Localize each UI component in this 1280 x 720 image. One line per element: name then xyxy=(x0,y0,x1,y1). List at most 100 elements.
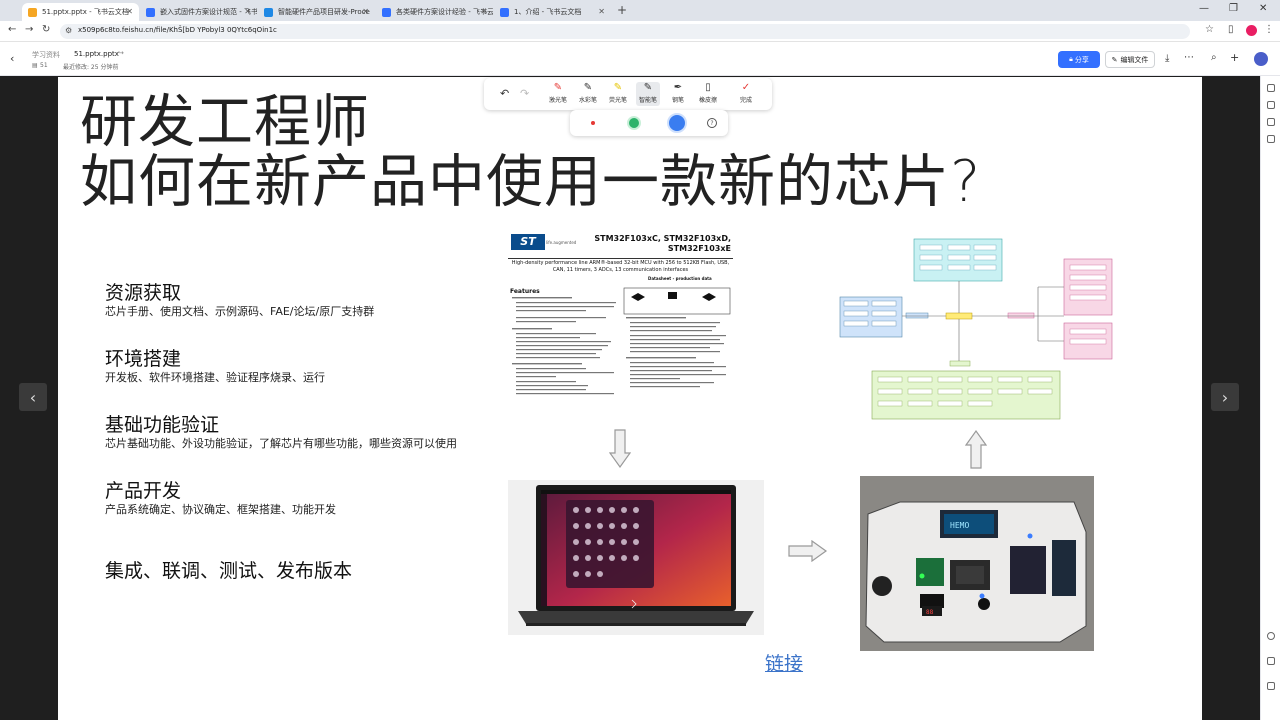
settings-icon[interactable] xyxy=(1267,682,1275,690)
color-swatch-green[interactable] xyxy=(627,116,641,130)
tab-title: 1、介绍 - 飞书云文档 xyxy=(514,8,582,16)
laptop-photo xyxy=(508,480,764,635)
back-icon[interactable]: ← xyxy=(8,24,16,35)
section-heading: 基础功能验证 xyxy=(105,414,220,436)
up-arrow-icon xyxy=(965,429,987,469)
view-count: 51 xyxy=(40,62,48,69)
browser-tab[interactable]: 51.pptx.pptx - 飞书云文档 ✕ xyxy=(22,3,139,21)
edit-name-icon[interactable]: ↪ xyxy=(118,49,124,57)
close-icon[interactable]: ✕ xyxy=(244,7,251,16)
close-icon[interactable]: ✕ xyxy=(598,7,605,16)
fullscreen-icon[interactable] xyxy=(1267,657,1275,665)
profile-avatar[interactable] xyxy=(1246,25,1257,36)
lock-icon: 🔒︎ xyxy=(1069,55,1073,63)
doc-favicon-icon xyxy=(146,7,155,17)
address-bar[interactable]: ⚙ x509p6c8to.feishu.cn/file/KhŠ[bD YPoby… xyxy=(60,24,1190,39)
reload-icon[interactable]: ↻ xyxy=(42,24,50,35)
download-icon[interactable]: ⤓ xyxy=(1165,53,1169,64)
close-icon[interactable]: ✕ xyxy=(126,7,133,16)
browser-tab-strip: 51.pptx.pptx - 飞书云文档 ✕ 嵌入式固件方案设计规范 - 飞书 … xyxy=(0,0,1280,21)
site-info-icon[interactable]: ⚙ xyxy=(65,26,72,35)
close-icon[interactable]: ✕ xyxy=(480,7,487,16)
chevron-right-icon: › xyxy=(1221,387,1229,407)
bookmark-star-icon[interactable]: ☆ xyxy=(1205,24,1214,35)
pencil-icon: ✎ xyxy=(1111,55,1118,64)
help-icon[interactable] xyxy=(1267,632,1275,640)
close-icon[interactable]: ✕ xyxy=(362,7,369,16)
browser-tab[interactable]: 智能硬件产品项目研发-Proce ✕ xyxy=(258,3,375,21)
add-icon[interactable]: + xyxy=(1230,51,1239,64)
browser-tab[interactable]: 嵌入式固件方案设计规范 - 飞书 ✕ xyxy=(140,3,257,21)
fountain-pen-icon: ✒ xyxy=(673,82,683,93)
final-step-text: 集成、联调、测试、发布版本 xyxy=(105,560,353,582)
back-arrow-icon[interactable]: ‹ xyxy=(10,52,14,65)
share-label: 分享 xyxy=(1074,55,1089,64)
app-favicon-icon xyxy=(264,7,273,17)
file-name[interactable]: 51.pptx.pptx xyxy=(74,50,119,58)
smart-pen-icon: ✎ xyxy=(643,82,653,93)
grid-icon[interactable] xyxy=(1267,135,1275,143)
side-panel-icon[interactable]: ▯ xyxy=(1228,24,1234,35)
tool-label: 水彩笔 xyxy=(578,97,597,104)
eraser-icon: ▯ xyxy=(705,82,711,93)
tool-fountain-pen[interactable]: ✒ 钢笔 xyxy=(666,82,690,104)
tool-done[interactable]: ✓ 完成 xyxy=(734,82,758,104)
edit-file-button[interactable]: ✎ 编辑文件 xyxy=(1105,51,1155,68)
doc-favicon-icon xyxy=(382,7,391,17)
url-text: x509p6c8to.feishu.cn/file/KhŠ[bD YPobyl3… xyxy=(78,26,277,34)
list-icon[interactable] xyxy=(1267,101,1275,109)
comment-icon[interactable] xyxy=(1267,84,1275,92)
help-icon[interactable]: ? xyxy=(707,118,717,128)
chevron-left-icon: ‹ xyxy=(29,387,37,407)
browser-tab[interactable]: 1、介绍 - 飞书云文档 ✕ xyxy=(494,3,611,21)
tool-label: 橡皮擦 xyxy=(698,97,717,104)
color-palette: ? xyxy=(570,110,728,136)
previous-slide-button[interactable]: ‹ xyxy=(19,383,47,411)
color-swatch-blue[interactable] xyxy=(667,113,687,133)
browser-menu-icon[interactable]: ⋮ xyxy=(1264,24,1274,35)
tool-laser-pen[interactable]: ✎ 激光笔 xyxy=(546,82,570,104)
redo-icon[interactable]: ↷ xyxy=(520,87,529,100)
pen-toolbar: ↶ ↷ ✎ 激光笔 ✎ 水彩笔 ✎ 荧光笔 ✎ 智能笔 ✒ 钢笔 ▯ 橡皮擦 ✓… xyxy=(484,78,772,110)
more-icon[interactable]: ⋯ xyxy=(1184,52,1194,63)
browser-toolbar: ← → ↻ ⚙ x509p6c8to.feishu.cn/file/KhŠ[bD… xyxy=(0,21,1280,42)
forward-icon[interactable]: → xyxy=(25,24,33,35)
share-button[interactable]: 🔒︎ 分享 xyxy=(1058,51,1100,68)
tool-label: 荧光笔 xyxy=(608,97,627,104)
slide-link[interactable]: 链接 xyxy=(765,649,803,676)
title-line-2: 如何在新产品中使用一款新的芯片? xyxy=(80,149,982,215)
tool-highlighter[interactable]: ✎ 荧光笔 xyxy=(606,82,630,104)
tool-smart-pen[interactable]: ✎ 智能笔 xyxy=(636,82,660,106)
svg-text:HEMO: HEMO xyxy=(950,521,969,530)
tool-label: 完成 xyxy=(739,97,752,104)
section-heading: 环境搭建 xyxy=(105,348,182,370)
search-icon[interactable]: ⌕ xyxy=(1211,52,1217,63)
maximize-icon[interactable]: ❐ xyxy=(1229,3,1238,14)
right-rail xyxy=(1260,76,1280,720)
doc-favicon-icon xyxy=(500,7,509,17)
undo-icon[interactable]: ↶ xyxy=(500,87,509,100)
history-icon[interactable] xyxy=(1267,118,1275,126)
tool-watercolor-pen[interactable]: ✎ 水彩笔 xyxy=(576,82,600,104)
tab-title: 各类硬件方案设计经验 - 飞书云 xyxy=(396,8,493,16)
edit-label: 编辑文件 xyxy=(1120,55,1149,64)
section-subtext: 芯片手册、使用文档、示例源码、FAE/论坛/原厂支持群 xyxy=(105,305,375,318)
section-subtext: 开发板、软件环境搭建、验证程序烧录、运行 xyxy=(105,371,325,384)
browser-tab[interactable]: 各类硬件方案设计经验 - 飞书云 ✕ xyxy=(376,3,493,21)
down-arrow-icon xyxy=(609,429,631,469)
right-arrow-icon xyxy=(788,540,828,562)
breadcrumb[interactable]: 学习资料 xyxy=(32,50,60,60)
tool-eraser[interactable]: ▯ 橡皮擦 xyxy=(696,82,720,104)
minimize-icon[interactable]: — xyxy=(1199,3,1209,14)
section-heading: 产品开发 xyxy=(105,480,182,502)
laser-pen-icon: ✎ xyxy=(553,82,563,93)
color-swatch-red[interactable] xyxy=(591,121,595,125)
window-close-icon[interactable]: ✕ xyxy=(1259,3,1267,14)
slide-title: 研发工程师 如何在新产品中使用一款新的芯片? xyxy=(80,92,981,212)
user-avatar[interactable] xyxy=(1254,52,1268,66)
tab-title: 51.pptx.pptx - 飞书云文档 xyxy=(42,8,129,16)
next-slide-button[interactable]: › xyxy=(1211,383,1239,411)
new-tab-icon[interactable]: + xyxy=(617,3,627,17)
dev-board-photo: HEMO 88 xyxy=(860,476,1094,651)
last-modified: 最近修改: 25 分钟前 xyxy=(63,64,119,71)
